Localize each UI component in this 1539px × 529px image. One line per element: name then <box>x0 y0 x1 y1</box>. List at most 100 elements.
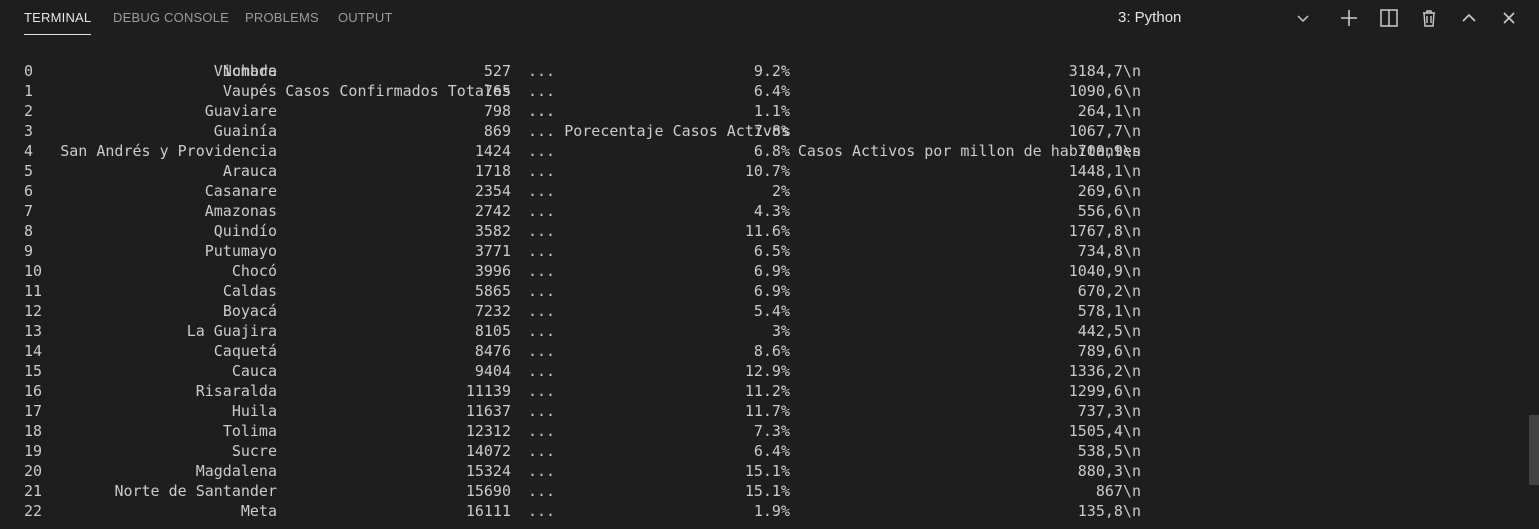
row-index: 19 <box>24 442 43 460</box>
chevron-down-icon <box>1296 6 1310 30</box>
row-confirmed: 798 <box>483 102 511 120</box>
row-active-per-million: 1448,1\n <box>1068 162 1141 180</box>
row-active-per-million: 1090,6\n <box>1068 82 1141 100</box>
trash-icon[interactable] <box>1417 6 1441 30</box>
row-name: Magdalena <box>195 462 277 480</box>
row-index: 6 <box>24 182 34 200</box>
row-name: Tolima <box>222 422 277 440</box>
row-pct-active: 6.9% <box>753 282 790 300</box>
row-index: 16 <box>24 382 43 400</box>
table-row: 18 Tolima 12312... 7.3% 1505,4\n <box>0 421 1539 441</box>
row-index: 4 <box>24 142 34 160</box>
row-active-per-million: 1336,2\n <box>1068 362 1141 380</box>
row-pct-active: 3% <box>771 322 790 340</box>
row-ellipsis: ... <box>528 422 556 440</box>
row-ellipsis: ... <box>528 482 556 500</box>
scrollbar[interactable] <box>1529 40 1539 529</box>
row-confirmed: 15690 <box>465 482 511 500</box>
tab-terminal[interactable]: TERMINAL <box>24 10 92 35</box>
table-row: 17 Huila 11637... 11.7% 737,3\n <box>0 401 1539 421</box>
row-index: 2 <box>24 102 34 120</box>
row-index: 15 <box>24 362 43 380</box>
row-name: Quindío <box>213 222 277 240</box>
row-active-per-million: 1067,7\n <box>1068 122 1141 140</box>
row-confirmed: 527 <box>483 62 511 80</box>
table-row: 10 Chocó 3996... 6.9% 1040,9\n <box>0 261 1539 281</box>
row-index: 11 <box>24 282 43 300</box>
row-pct-active: 6.5% <box>753 242 790 260</box>
row-ellipsis: ... <box>528 182 556 200</box>
row-name: Arauca <box>222 162 277 180</box>
row-index: 12 <box>24 302 43 320</box>
row-name: Amazonas <box>204 202 277 220</box>
table-row: 20 Magdalena 15324... 15.1% 880,3\n <box>0 461 1539 481</box>
row-confirmed: 3996 <box>474 262 511 280</box>
row-active-per-million: 538,5\n <box>1077 442 1141 460</box>
row-active-per-million: 700,9\n <box>1077 142 1141 160</box>
row-pct-active: 15.1% <box>744 462 790 480</box>
row-confirmed: 8105 <box>474 322 511 340</box>
row-ellipsis: ... <box>528 242 556 260</box>
row-ellipsis: ... <box>528 282 556 300</box>
row-ellipsis: ... <box>528 402 556 420</box>
row-confirmed: 1424 <box>474 142 511 160</box>
scrollbar-thumb[interactable] <box>1529 415 1539 485</box>
row-index: 22 <box>24 502 43 520</box>
row-name: Sucre <box>231 442 277 460</box>
row-confirmed: 3771 <box>474 242 511 260</box>
row-pct-active: 7.8% <box>753 122 790 140</box>
table-row: 15 Cauca 9404... 12.9% 1336,2\n <box>0 361 1539 381</box>
add-icon[interactable] <box>1337 6 1361 30</box>
row-confirmed: 765 <box>483 82 511 100</box>
table-row: 22 Meta 16111... 1.9% 135,8\n <box>0 501 1539 521</box>
row-active-per-million: 670,2\n <box>1077 282 1141 300</box>
row-active-per-million: 880,3\n <box>1077 462 1141 480</box>
row-confirmed: 11139 <box>465 382 511 400</box>
row-ellipsis: ... <box>528 62 556 80</box>
terminal-select[interactable]: 3: Python <box>1112 6 1322 30</box>
row-index: 1 <box>24 82 34 100</box>
table-row: 19 Sucre 14072... 6.4% 538,5\n <box>0 441 1539 461</box>
row-active-per-million: 442,5\n <box>1077 322 1141 340</box>
row-ellipsis: ... <box>528 202 556 220</box>
row-ellipsis: ... <box>528 122 556 140</box>
tab-problems[interactable]: PROBLEMS <box>245 10 319 25</box>
row-active-per-million: 264,1\n <box>1077 102 1141 120</box>
row-pct-active: 11.7% <box>744 402 790 420</box>
row-confirmed: 14072 <box>465 442 511 460</box>
row-index: 14 <box>24 342 43 360</box>
row-confirmed: 869 <box>483 122 511 140</box>
row-name: Cauca <box>231 362 277 380</box>
row-pct-active: 2% <box>771 182 790 200</box>
row-confirmed: 16111 <box>465 502 511 520</box>
row-index: 13 <box>24 322 43 340</box>
close-icon[interactable] <box>1497 6 1521 30</box>
row-pct-active: 1.9% <box>753 502 790 520</box>
row-ellipsis: ... <box>528 162 556 180</box>
row-index: 20 <box>24 462 43 480</box>
chevron-up-icon[interactable] <box>1457 6 1481 30</box>
row-ellipsis: ... <box>528 382 556 400</box>
row-name: Guaviare <box>204 102 277 120</box>
row-index: 0 <box>24 62 34 80</box>
row-index: 8 <box>24 222 34 240</box>
row-pct-active: 4.3% <box>753 202 790 220</box>
row-index: 9 <box>24 242 34 260</box>
table-row: 4 San Andrés y Providencia 1424... 6.8% 700,… <box>0 141 1539 161</box>
panel-tab-bar: TERMINAL DEBUG CONSOLE PROBLEMS OUTPUT 3… <box>0 0 1539 36</box>
row-active-per-million: 867\n <box>1095 482 1141 500</box>
table-row: 9 Putumayo 3771... 6.5% 734,8\n <box>0 241 1539 261</box>
split-icon[interactable] <box>1377 6 1401 30</box>
terminal-output[interactable]: Nombre Casos Confirmados Totales ... Por… <box>0 40 1539 529</box>
tab-debug-console[interactable]: DEBUG CONSOLE <box>113 10 229 25</box>
row-name: Putumayo <box>204 242 277 260</box>
row-name: La Guajira <box>186 322 277 340</box>
table-row: 0 Vichada 527... 9.2% 3184,7\n <box>0 61 1539 81</box>
row-ellipsis: ... <box>528 142 556 160</box>
row-pct-active: 6.4% <box>753 82 790 100</box>
row-name: Risaralda <box>195 382 277 400</box>
tab-output[interactable]: OUTPUT <box>338 10 393 25</box>
row-index: 5 <box>24 162 34 180</box>
row-index: 18 <box>24 422 43 440</box>
row-confirmed: 7232 <box>474 302 511 320</box>
